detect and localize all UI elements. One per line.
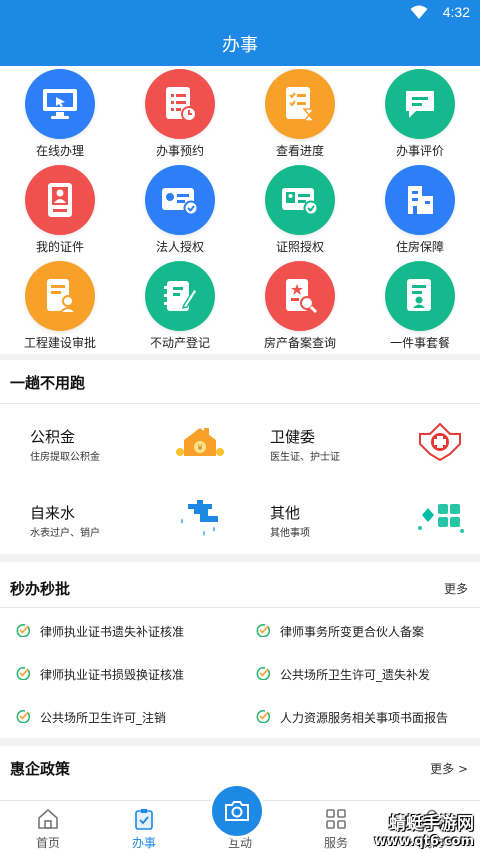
service-label: 住房保障	[395, 240, 444, 254]
building-icon	[385, 165, 455, 235]
check-icon	[16, 666, 30, 680]
service-real-estate[interactable]: 不动产登记	[120, 258, 240, 354]
camera-button[interactable]	[212, 786, 262, 836]
tile-subtitle: 水表过户、销户	[30, 528, 100, 539]
tile-water[interactable]: 自来水 水表过户、销户	[0, 480, 240, 556]
service-progress[interactable]: 查看进度	[240, 66, 360, 162]
service-online[interactable]: 在线办理	[0, 66, 120, 162]
check-icon	[256, 623, 270, 637]
tile-title: 卫健委	[270, 428, 316, 446]
item-text: 律师事务所变更合伙人备案	[280, 625, 425, 639]
progress-list-icon	[265, 69, 335, 139]
service-label: 查看进度	[275, 144, 324, 158]
status-time: 4:32	[442, 4, 470, 20]
section-title: 一趟不用跑	[10, 374, 86, 392]
health-emblem-icon	[419, 422, 461, 462]
tab-services[interactable]: 服务	[288, 801, 384, 853]
clipboard-icon	[135, 809, 153, 830]
tile-housing-fund[interactable]: 公积金 住房提取公积金 ¥	[0, 404, 240, 480]
document-user-icon	[25, 261, 95, 331]
tile-other[interactable]: 其他 其他事项	[240, 480, 480, 556]
check-icon	[16, 623, 30, 637]
wifi-icon	[410, 5, 428, 19]
service-construction[interactable]: 工程建设审批	[0, 258, 120, 354]
service-property-query[interactable]: 房产备案查询	[240, 258, 360, 354]
watermark-title: 蜻蜓手游网	[389, 814, 474, 834]
service-legal-auth[interactable]: 法人授权	[120, 162, 240, 258]
item-text: 人力资源服务相关事项书面报告	[280, 711, 449, 725]
service-license-auth[interactable]: 证照授权	[240, 162, 360, 258]
tile-title: 其他	[270, 504, 301, 522]
service-label: 房产备案查询	[263, 336, 336, 350]
tab-label: 首页	[35, 836, 60, 850]
item-text: 公共场所卫生许可_注销	[40, 711, 167, 725]
tile-subtitle: 住房提取公积金	[30, 452, 100, 463]
service-my-id[interactable]: 我的证件	[0, 162, 120, 258]
tile-subtitle: 其他事项	[270, 528, 310, 539]
tile-subtitle: 医生证、护士证	[270, 452, 340, 463]
service-evaluation[interactable]: 办事评价	[360, 66, 480, 162]
document-person-icon	[385, 261, 455, 331]
service-grid: 在线办理 办事预约 查看进度 办事评价 我的证件 法人授权 证照授权 住房保障 …	[0, 66, 480, 354]
watermark-url: www.qt6.com	[374, 834, 474, 849]
tab-label: 互动	[227, 836, 252, 850]
service-label: 不动产登记	[149, 336, 210, 350]
quick-approval-section: 秒办秒批 更多 律师执业证书遗失补证核准 律师事务所变更合伙人备案 律师执业证书…	[0, 562, 480, 738]
tile-title: 公积金	[30, 428, 76, 446]
item-text: 律师执业证书遗失补证核准	[40, 625, 185, 639]
tab-home[interactable]: 首页	[0, 801, 96, 853]
grid-apps-icon	[418, 504, 464, 533]
divider	[0, 607, 480, 608]
service-appointment[interactable]: 办事预约	[120, 66, 240, 162]
house-coin-icon: ¥	[176, 428, 224, 456]
notebook-edit-icon	[145, 261, 215, 331]
section-title: 惠企政策	[10, 760, 71, 778]
more-link[interactable]: 更多	[444, 580, 468, 597]
section-title: 秒办秒批	[10, 580, 71, 598]
legal-card-icon	[145, 165, 215, 235]
service-label: 办事评价	[395, 144, 444, 158]
license-card-icon	[265, 165, 335, 235]
service-label: 法人授权	[155, 240, 204, 254]
status-bar: 4:32	[0, 0, 480, 26]
camera-icon	[225, 801, 249, 821]
services-icon	[326, 809, 346, 829]
appointment-list-icon	[145, 69, 215, 139]
item-text: 律师执业证书损毁换证核准	[40, 668, 185, 682]
tab-label: 办事	[131, 836, 156, 850]
page-title: 办事	[0, 26, 480, 66]
service-label: 办事预约	[155, 144, 204, 158]
service-label: 我的证件	[35, 240, 84, 254]
watermark: 蜻蜓手游网 www.qt6.com	[374, 815, 474, 851]
id-card-icon	[25, 165, 95, 235]
service-label: 在线办理	[35, 144, 84, 158]
tile-title: 自来水	[30, 504, 76, 522]
check-icon	[256, 709, 270, 723]
tile-health-commission[interactable]: 卫健委 医生证、护士证	[240, 404, 480, 480]
service-label: 证照授权	[275, 240, 324, 254]
water-tap-icon	[181, 500, 218, 536]
svg-text:¥: ¥	[197, 444, 202, 453]
service-housing[interactable]: 住房保障	[360, 162, 480, 258]
check-icon	[16, 709, 30, 723]
one-trip-section: 一趟不用跑 公积金 住房提取公积金 ¥ 卫健委 医生证、护士证 自来水 水表过户…	[0, 360, 480, 554]
comment-icon	[385, 69, 455, 139]
document-search-icon	[265, 261, 335, 331]
tab-label: 服务	[323, 836, 348, 850]
more-link[interactable]: 更多 >	[430, 760, 468, 777]
service-label: 工程建设审批	[23, 336, 96, 350]
service-package[interactable]: 一件事套餐	[360, 258, 480, 354]
service-label: 一件事套餐	[389, 336, 450, 350]
tab-affairs[interactable]: 办事	[96, 801, 192, 853]
monitor-icon	[25, 69, 95, 139]
check-icon	[256, 666, 270, 680]
item-text: 公共场所卫生许可_遗失补发	[280, 668, 431, 682]
home-icon	[38, 808, 58, 829]
